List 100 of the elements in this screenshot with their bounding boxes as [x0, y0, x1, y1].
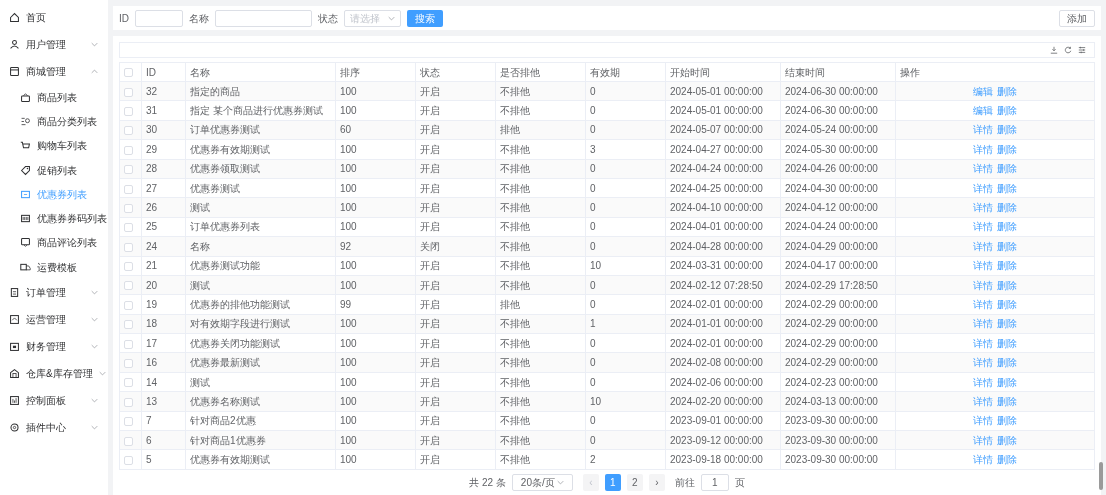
action-link[interactable]: 删除: [997, 85, 1017, 97]
table-cell: 开启: [415, 81, 496, 101]
table-cell: 0: [585, 100, 666, 121]
download-icon[interactable]: [1050, 46, 1058, 54]
action-link[interactable]: 详情: [973, 279, 993, 291]
action-link[interactable]: 删除: [997, 260, 1017, 272]
column-settings-icon[interactable]: [1078, 46, 1086, 54]
action-link[interactable]: 删除: [997, 124, 1017, 136]
sidebar-item[interactable]: 控制面板: [0, 387, 108, 415]
sidebar-item[interactable]: 促销列表: [0, 157, 108, 183]
action-link[interactable]: 删除: [997, 163, 1017, 175]
action-link[interactable]: 删除: [997, 143, 1017, 155]
checkbox[interactable]: [124, 126, 133, 136]
page-size-select[interactable]: 20条/页: [511, 473, 573, 491]
page-button[interactable]: 1: [604, 473, 621, 491]
checkbox[interactable]: [124, 455, 133, 465]
sidebar-item[interactable]: 购物车列表: [0, 133, 108, 158]
input-field[interactable]: [135, 9, 183, 27]
table-cell: 32: [141, 81, 186, 101]
action-link[interactable]: 详情: [973, 124, 993, 136]
next-page-button[interactable]: ›: [648, 473, 665, 491]
action-link[interactable]: 删除: [997, 240, 1017, 252]
action-link[interactable]: 详情: [973, 337, 993, 349]
action-link[interactable]: 删除: [997, 454, 1017, 466]
checkbox[interactable]: [124, 203, 133, 213]
action-link[interactable]: 删除: [997, 221, 1017, 233]
action-link[interactable]: 详情: [973, 202, 993, 214]
sidebar-item[interactable]: 优惠券列表: [0, 182, 108, 207]
search-button[interactable]: 搜索: [407, 9, 443, 27]
checkbox[interactable]: [124, 106, 133, 116]
action-link[interactable]: 删除: [997, 105, 1017, 117]
action-link[interactable]: 详情: [973, 260, 993, 272]
action-link[interactable]: 删除: [997, 279, 1017, 291]
sidebar-item[interactable]: 财务管理: [0, 333, 108, 361]
sidebar-item[interactable]: 运费模板: [0, 255, 108, 280]
sidebar-item[interactable]: 优惠券券码列表: [0, 206, 108, 231]
checkbox[interactable]: [124, 359, 133, 368]
checkbox[interactable]: [124, 378, 133, 388]
checkbox[interactable]: [124, 339, 133, 349]
action-link[interactable]: 删除: [997, 415, 1017, 427]
checkbox[interactable]: [124, 281, 133, 291]
sidebar-item[interactable]: 商城管理: [0, 58, 108, 85]
refresh-icon[interactable]: [1064, 46, 1072, 54]
action-link[interactable]: 详情: [973, 221, 993, 233]
action-link[interactable]: 删除: [997, 299, 1017, 310]
table-cell: 指定 某个商品进行优惠券测试: [185, 100, 336, 121]
checkbox[interactable]: [124, 145, 133, 155]
checkbox[interactable]: [124, 68, 133, 78]
checkbox[interactable]: [124, 262, 133, 272]
action-link[interactable]: 编辑: [973, 105, 993, 117]
action-link[interactable]: 删除: [997, 395, 1017, 407]
action-link[interactable]: 详情: [973, 395, 993, 407]
sidebar-item[interactable]: 运营管理: [0, 306, 108, 334]
checkbox[interactable]: [124, 223, 133, 233]
prev-page-button[interactable]: ‹: [582, 473, 599, 491]
action-link[interactable]: 详情: [973, 182, 993, 194]
sidebar-item[interactable]: 商品分类列表: [0, 109, 108, 134]
action-link[interactable]: 删除: [997, 337, 1017, 349]
page-button[interactable]: 2: [626, 473, 643, 491]
action-link[interactable]: 删除: [997, 357, 1017, 369]
table-cell: 10: [585, 256, 666, 276]
checkbox[interactable]: [124, 184, 133, 194]
action-link[interactable]: 删除: [997, 376, 1017, 388]
sidebar-item[interactable]: 首页: [0, 4, 108, 31]
checkbox[interactable]: [124, 417, 133, 427]
sidebar-item[interactable]: 订单管理: [0, 279, 108, 307]
action-link[interactable]: 删除: [997, 202, 1017, 214]
sidebar-item[interactable]: 插件中心: [0, 414, 108, 442]
action-link[interactable]: 编辑: [973, 85, 993, 97]
checkbox[interactable]: [124, 87, 133, 97]
action-link[interactable]: 详情: [973, 454, 993, 466]
table-cell: 优惠券关闭功能测试: [185, 333, 336, 353]
input-field[interactable]: [215, 9, 312, 27]
table-cell: 100: [335, 197, 416, 218]
action-link[interactable]: 详情: [973, 434, 993, 446]
checkbox[interactable]: [124, 165, 133, 175]
action-link[interactable]: 详情: [973, 240, 993, 252]
action-link[interactable]: 删除: [997, 434, 1017, 446]
action-link[interactable]: 详情: [973, 299, 993, 310]
action-link[interactable]: 详情: [973, 143, 993, 155]
checkbox[interactable]: [124, 436, 133, 446]
action-link[interactable]: 删除: [997, 182, 1017, 194]
sidebar-item[interactable]: 用户管理: [0, 31, 108, 58]
dashboard-icon: [9, 395, 20, 407]
scrollbar-thumb[interactable]: [1099, 462, 1103, 490]
checkbox[interactable]: [124, 300, 133, 310]
action-link[interactable]: 删除: [997, 318, 1017, 330]
action-link[interactable]: 详情: [973, 357, 993, 369]
action-link[interactable]: 详情: [973, 376, 993, 388]
action-link[interactable]: 详情: [973, 415, 993, 427]
checkbox[interactable]: [124, 320, 133, 330]
checkbox[interactable]: [124, 242, 133, 252]
sidebar-item[interactable]: 商品列表: [0, 85, 108, 110]
action-link[interactable]: 详情: [973, 318, 993, 330]
add-button[interactable]: 添加: [1059, 9, 1095, 27]
sidebar-item[interactable]: 商品评论列表: [0, 230, 108, 256]
checkbox[interactable]: [124, 397, 133, 407]
page-input[interactable]: 1: [700, 473, 729, 491]
action-link[interactable]: 详情: [973, 163, 993, 175]
sidebar-item[interactable]: 仓库&库存管理: [0, 360, 108, 388]
